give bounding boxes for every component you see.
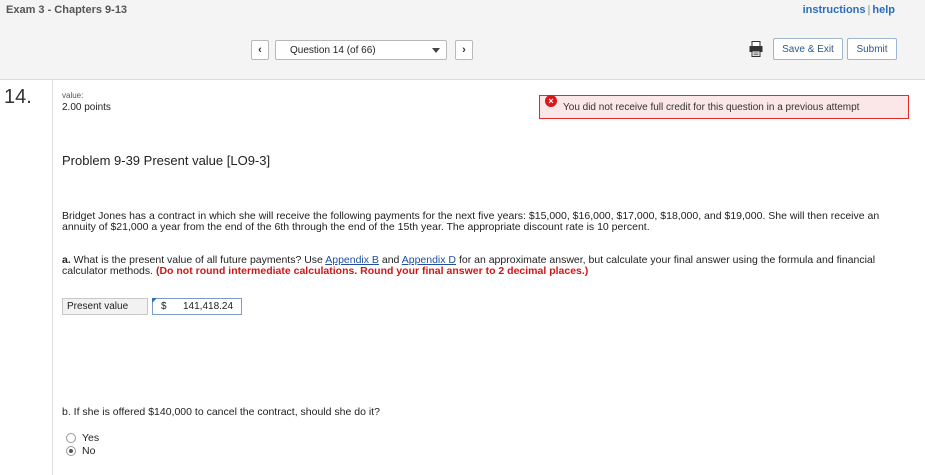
question-select-value: Question 14 (of 66)	[290, 44, 376, 56]
print-icon[interactable]	[749, 41, 763, 57]
question-points: 2.00 points	[62, 102, 111, 113]
radio-no[interactable]	[66, 446, 76, 456]
option-yes-label: Yes	[82, 432, 100, 444]
save-exit-button[interactable]: Save & Exit	[773, 38, 843, 60]
instructions-link[interactable]: instructions	[803, 4, 866, 16]
part-a-question: a. What is the present value of all futu…	[62, 255, 902, 277]
present-value-input[interactable]: $ 141,418.24	[152, 298, 242, 315]
chevron-right-icon: ›	[462, 44, 466, 56]
answer-flag-icon	[152, 298, 157, 303]
problem-title: Problem 9-39 Present value [LO9-3]	[62, 153, 271, 168]
present-value-label: Present value	[62, 298, 148, 315]
value-label: value:	[62, 91, 84, 100]
exam-header: Exam 3 - Chapters 9-13 instructions | help…	[0, 0, 925, 80]
top-links: instructions | help	[803, 4, 895, 16]
option-no[interactable]: No	[66, 445, 95, 457]
question-divider	[52, 80, 53, 475]
next-question-button[interactable]: ›	[455, 40, 473, 60]
alert-text: You did not receive full credit for this…	[563, 101, 860, 113]
previous-attempt-alert: × You did not receive full credit for th…	[539, 95, 909, 119]
error-icon: ×	[545, 95, 557, 107]
question-number: 14.	[4, 86, 32, 108]
present-value-amount: 141,418.24	[183, 301, 234, 312]
previous-question-button[interactable]: ‹	[251, 40, 269, 60]
option-yes[interactable]: Yes	[66, 432, 99, 444]
submit-button[interactable]: Submit	[847, 38, 897, 60]
help-link[interactable]: help	[872, 4, 895, 16]
problem-statement: Bridget Jones has a contract in which sh…	[62, 210, 880, 233]
question-select[interactable]: Question 14 (of 66)	[275, 40, 447, 60]
rounding-instruction: (Do not round intermediate calculations.…	[155, 265, 589, 277]
part-b-question: b. If she is offered $140,000 to cancel …	[62, 406, 380, 418]
caret-down-icon	[432, 48, 440, 53]
exam-title: Exam 3 - Chapters 9-13	[6, 4, 128, 16]
option-no-label: No	[82, 445, 96, 457]
radio-yes[interactable]	[66, 433, 76, 443]
chevron-left-icon: ‹	[258, 44, 262, 56]
currency-symbol: $	[161, 301, 167, 312]
present-value-row: Present value $ 141,418.24	[62, 298, 242, 315]
